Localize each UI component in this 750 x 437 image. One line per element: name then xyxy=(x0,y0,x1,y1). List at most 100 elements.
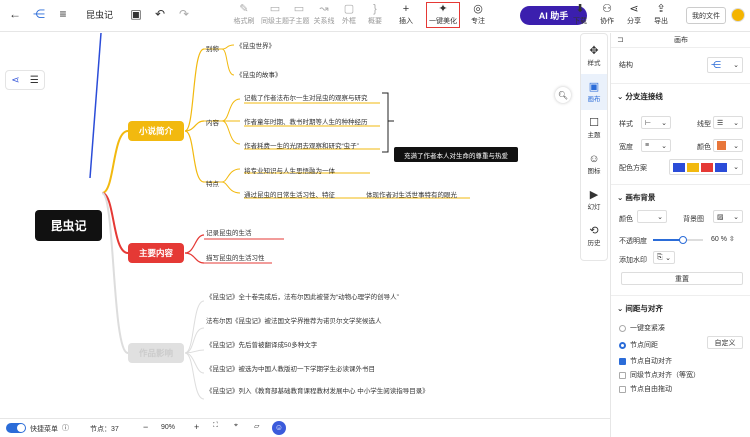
toolbar-right-button-3[interactable]: ⇪ 导出 xyxy=(648,3,674,26)
line-color-swatch xyxy=(717,141,726,150)
line-color-select[interactable]: ⌄ xyxy=(713,139,743,152)
toolbar-button-7[interactable]: ✦ 一键美化 xyxy=(426,2,460,28)
free-drag-option[interactable]: 节点自由拖动 xyxy=(619,384,672,394)
summary-callout[interactable]: 充满了作者本人对生命的尊重与热爱 xyxy=(394,147,518,162)
bg-image-select[interactable]: ▨ ⌄ xyxy=(713,210,743,223)
structure-select[interactable]: ⋲ ⌄ xyxy=(707,57,743,73)
compact-option[interactable]: 一键变紧凑 xyxy=(619,323,665,333)
watermark-icon: ⎘ xyxy=(657,253,663,261)
topic-content-3[interactable]: 作者耗费一生的光阴去观察和研究“虫子” xyxy=(244,140,359,150)
reset-button[interactable]: 重置 xyxy=(621,272,743,285)
same-level-align-label: 同级节点对齐（等宽） xyxy=(630,372,700,379)
toolbar-button-label: 概要 xyxy=(368,18,382,25)
side-tab-5[interactable]: ⟲ 历史 xyxy=(581,218,607,254)
node-count-value: 37 xyxy=(111,426,119,433)
side-tab-3[interactable]: ☺ 图标 xyxy=(581,146,607,182)
compact-radio[interactable] xyxy=(619,324,626,332)
search-icon[interactable]: 🔍︎ xyxy=(555,87,571,103)
auto-align-checkbox[interactable] xyxy=(619,357,626,365)
avatar[interactable] xyxy=(731,8,745,22)
chevron-down-icon: ⌄ xyxy=(733,62,739,69)
menu-icon[interactable]: ≡ xyxy=(56,7,70,21)
side-tab-1[interactable]: ▣ 画布 xyxy=(581,74,607,110)
side-tab-icon: ✥ xyxy=(589,45,599,57)
line-style-select[interactable]: ⊢ ⌄ xyxy=(641,116,671,129)
topic-feature-2[interactable]: 通过昆虫的日常生活习性、特征 xyxy=(244,189,335,199)
line-color-row: 颜色 xyxy=(697,142,711,152)
same-level-align-option[interactable]: 同级节点对齐（等宽） xyxy=(619,370,700,380)
node-spacing-option[interactable]: 节点间距 xyxy=(619,340,658,350)
collapse-panel-icon[interactable]: ⊐ xyxy=(617,35,624,44)
topic-feature-label[interactable]: 特点 xyxy=(206,178,219,188)
toolbar-button-label: 格式刷 xyxy=(233,18,255,25)
topic-main-2[interactable]: 描写昆虫的生活习性 xyxy=(206,252,265,262)
topic-main-1[interactable]: 记录昆虫的生活 xyxy=(206,227,252,237)
toolbar-button-0[interactable]: ✎ 格式刷 xyxy=(227,3,261,26)
mindmap-canvas[interactable]: ⋖ ☰ 昆虫记 小说简介 主要内容 作品影响 别称 《昆虫世界》 《昆虫的故事》… xyxy=(0,33,580,418)
same-level-align-checkbox[interactable] xyxy=(619,371,626,379)
branch-main-content[interactable]: 主要内容 xyxy=(128,243,184,263)
line-type-select[interactable]: ☰ ⌄ xyxy=(713,116,743,129)
topic-alias-1[interactable]: 《昆虫世界》 xyxy=(236,40,275,50)
opacity-slider-handle[interactable] xyxy=(679,236,687,244)
node-spacing-radio[interactable] xyxy=(619,341,626,349)
locate-icon[interactable]: ⌖ xyxy=(234,422,238,430)
assistant-bot-icon[interactable]: ☺ xyxy=(272,421,286,435)
zoom-out-icon[interactable]: − xyxy=(143,422,148,432)
branch-intro[interactable]: 小说简介 xyxy=(128,121,184,141)
save-icon[interactable]: ▣ xyxy=(129,7,143,21)
my-files-button[interactable]: 我的文件 xyxy=(686,7,726,24)
outline-view-icon[interactable]: ☰ xyxy=(30,75,39,86)
color-scheme-select[interactable]: ⌄ xyxy=(669,159,743,175)
scheme-color-swatch xyxy=(673,162,685,172)
zoom-level[interactable]: 90% xyxy=(161,424,175,431)
toolbar-right-button-0[interactable]: ⬇ 下载 xyxy=(567,3,593,26)
view-toggle[interactable]: ⋖ ☰ xyxy=(5,70,45,90)
toolbar-button-5[interactable]: } 概要 xyxy=(358,3,392,26)
topic-content-1[interactable]: 记载了作者法布尔一生对昆虫的观察与研究 xyxy=(244,92,368,102)
toolbar-button-icon: ↝ xyxy=(319,3,329,15)
side-tab-2[interactable]: ☐ 主题 xyxy=(581,110,607,146)
line-width-select[interactable]: ≡ ⌄ xyxy=(641,139,671,152)
bg-color-select[interactable]: ⌄ xyxy=(637,210,667,223)
mindmap-view-icon[interactable]: ⋖ xyxy=(11,75,19,86)
topic-content-label[interactable]: 内容 xyxy=(206,117,219,127)
side-tab-0[interactable]: ✥ 样式 xyxy=(581,38,607,74)
topic-impact-4[interactable]: 《昆虫记》被选为中国人教版初一下学期学生必读课外书目 xyxy=(206,363,375,373)
watermark-select[interactable]: ⎘ ⌄ xyxy=(653,251,675,264)
document-title[interactable]: 昆虫记 xyxy=(86,8,113,21)
scheme-color-swatch xyxy=(687,162,699,172)
redo-icon[interactable]: ↷ xyxy=(177,7,191,21)
topic-alias-label[interactable]: 别称 xyxy=(206,43,219,53)
zoom-in-icon[interactable]: + xyxy=(194,422,199,432)
custom-spacing-button[interactable]: 自定义 xyxy=(707,336,743,349)
back-arrow-icon[interactable]: ← xyxy=(8,7,22,21)
topic-impact-1[interactable]: 《昆虫记》全十卷完成后，法布尔因此被誉为“动物心理学的创导人” xyxy=(206,291,399,301)
undo-icon[interactable]: ↶ xyxy=(153,7,167,21)
quick-menu-toggle[interactable] xyxy=(6,423,26,433)
branch-impact[interactable]: 作品影响 xyxy=(128,343,184,363)
toolbar-button-6[interactable]: + 插入 xyxy=(389,3,423,26)
auto-align-option[interactable]: 节点自动对齐 xyxy=(619,356,672,366)
help-icon[interactable]: ⓘ xyxy=(62,423,69,433)
fit-screen-icon[interactable]: ⛶ xyxy=(213,422,218,430)
topic-feature-3[interactable]: 体现作者对生活世事特有的眼光 xyxy=(366,189,457,199)
topic-impact-2[interactable]: 法布尔因《昆虫记》被法国文学界推荐为诺贝尔文学奖候选人 xyxy=(206,315,382,325)
free-drag-checkbox[interactable] xyxy=(619,385,626,393)
compact-label: 一键变紧凑 xyxy=(630,325,665,332)
toolbar-right-button-2[interactable]: ⋖ 分享 xyxy=(621,3,647,26)
topic-alias-2[interactable]: 《昆虫的故事》 xyxy=(236,69,282,79)
toolbar-button-8[interactable]: ◎ 专注 xyxy=(461,3,495,26)
opacity-value[interactable]: 60 % ⇳ xyxy=(711,235,735,243)
topic-feature-1[interactable]: 将专业知识与人生思悟融为一体 xyxy=(244,165,335,175)
structure-row: 结构 xyxy=(619,60,633,70)
side-tab-4[interactable]: ▶ 幻灯 xyxy=(581,182,607,218)
topic-impact-3[interactable]: 《昆虫记》先后曾被翻译成50多种文字 xyxy=(206,339,317,349)
toolbar-right-button-1[interactable]: ⚇ 协作 xyxy=(594,3,620,26)
opacity-slider-track[interactable] xyxy=(653,236,703,244)
top-toolbar: ← ⋲ ≡ 昆虫记 ▣ ↶ ↷ ✎ 格式刷 ▭ 同级主题 ▭ 子主题 ↝ 关系线 ▢ 外框} 概要 +… xyxy=(0,0,750,32)
topic-impact-5[interactable]: 《昆虫记》列入《教育部基础教育课程教材发展中心 中小学生阅读指导目录》 xyxy=(206,387,444,396)
root-node[interactable]: 昆虫记 xyxy=(35,210,102,241)
map-icon[interactable]: ▱ xyxy=(254,422,259,430)
topic-content-2[interactable]: 作者童年时期、教书时期等人生的种种经历 xyxy=(244,116,368,126)
